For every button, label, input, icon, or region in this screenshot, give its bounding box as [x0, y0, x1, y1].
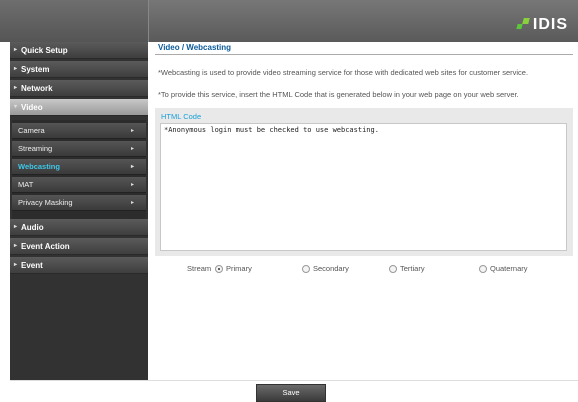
chevron-right-icon: ▸: [130, 200, 134, 206]
idis-logo: IDIS: [516, 12, 568, 34]
description-1: *Webcasting is used to provide video str…: [158, 68, 529, 77]
chevron-right-icon: ▸: [14, 224, 18, 230]
submenu-item-label: Streaming: [18, 144, 53, 153]
chevron-right-icon: ▸: [130, 182, 134, 188]
submenu-item-label: MAT: [18, 180, 34, 189]
submenu-item-label: Webcasting: [18, 162, 60, 171]
stream-option-label: Tertiary: [400, 264, 425, 273]
footer-divider: [10, 380, 578, 381]
stream-selector: Stream Primary Secondary Tertiary Quater…: [149, 264, 578, 276]
sidebar-item-quick-setup[interactable]: ▸ Quick Setup: [10, 42, 148, 59]
sidebar-item-video[interactable]: ▾ Video: [10, 99, 148, 116]
radio-icon: [389, 264, 397, 273]
html-code-panel: HTML Code: [155, 108, 573, 256]
sidebar-item-label: Event Action: [21, 242, 70, 251]
main-content: Video / Webcasting *Webcasting is used t…: [149, 42, 578, 402]
sidebar-item-network[interactable]: ▸ Network: [10, 80, 148, 97]
save-button[interactable]: Save: [256, 384, 326, 402]
submenu-item-mat[interactable]: MAT ▸: [12, 177, 146, 193]
sidebar-item-event[interactable]: ▸ Event: [10, 257, 148, 274]
sidebar-item-event-action[interactable]: ▸ Event Action: [10, 238, 148, 255]
title-divider: [155, 54, 573, 55]
sidebar-item-label: Network: [21, 84, 53, 93]
sidebar-item-label: System: [21, 65, 50, 74]
sidebar-item-system[interactable]: ▸ System: [10, 61, 148, 78]
description-2: *To provide this service, insert the HTM…: [158, 90, 519, 99]
submenu-item-label: Privacy Masking: [18, 198, 73, 207]
stream-option-label: Primary: [226, 264, 252, 273]
page-title: Video / Webcasting: [158, 43, 232, 52]
chevron-right-icon: ▸: [130, 128, 134, 134]
radio-icon: [302, 264, 310, 273]
html-code-label: HTML Code: [161, 112, 202, 121]
stream-option-quaternary[interactable]: Quaternary: [479, 264, 528, 273]
chevron-right-icon: ▸: [14, 66, 18, 72]
radio-selected-icon: [215, 264, 223, 273]
chevron-down-icon: ▾: [14, 104, 18, 110]
submenu-item-label: Camera: [18, 126, 45, 135]
radio-icon: [479, 264, 487, 273]
stream-option-secondary[interactable]: Secondary: [302, 264, 349, 273]
submenu-item-streaming[interactable]: Streaming ▸: [12, 141, 146, 157]
sidebar-item-audio[interactable]: ▸ Audio: [10, 219, 148, 236]
logo-text: IDIS: [532, 16, 568, 33]
submenu-item-camera[interactable]: Camera ▸: [12, 123, 146, 139]
chevron-right-icon: ▸: [130, 164, 134, 170]
left-margin: [0, 42, 10, 402]
submenu-item-privacy-masking[interactable]: Privacy Masking ▸: [12, 195, 146, 211]
chevron-right-icon: ▸: [14, 47, 18, 53]
stream-label: Stream: [187, 264, 212, 273]
stream-option-primary[interactable]: Primary: [215, 264, 252, 273]
chevron-right-icon: ▸: [14, 243, 18, 249]
chevron-right-icon: ▸: [130, 146, 134, 152]
header-left-panel: [0, 0, 149, 42]
sidebar-item-label: Event: [21, 261, 43, 270]
submenu-item-webcasting[interactable]: Webcasting ▸: [12, 159, 146, 175]
video-submenu: Camera ▸ Streaming ▸ Webcasting ▸ MAT ▸ Priv…: [12, 120, 146, 220]
stream-option-label: Secondary: [313, 264, 349, 273]
chevron-right-icon: ▸: [14, 262, 18, 268]
stream-option-tertiary[interactable]: Tertiary: [389, 264, 425, 273]
sidebar-item-label: Quick Setup: [21, 46, 68, 55]
html-code-textarea[interactable]: [160, 123, 567, 251]
sidebar-item-label: Video: [21, 103, 43, 112]
chevron-right-icon: ▸: [14, 85, 18, 91]
logo-mark-icon: [516, 16, 531, 34]
sidebar: ▸ Quick Setup ▸ System ▸ Network ▾ Video Cam…: [10, 42, 148, 380]
top-header: IDIS: [0, 0, 578, 42]
stream-option-label: Quaternary: [490, 264, 528, 273]
sidebar-item-label: Audio: [21, 223, 44, 232]
